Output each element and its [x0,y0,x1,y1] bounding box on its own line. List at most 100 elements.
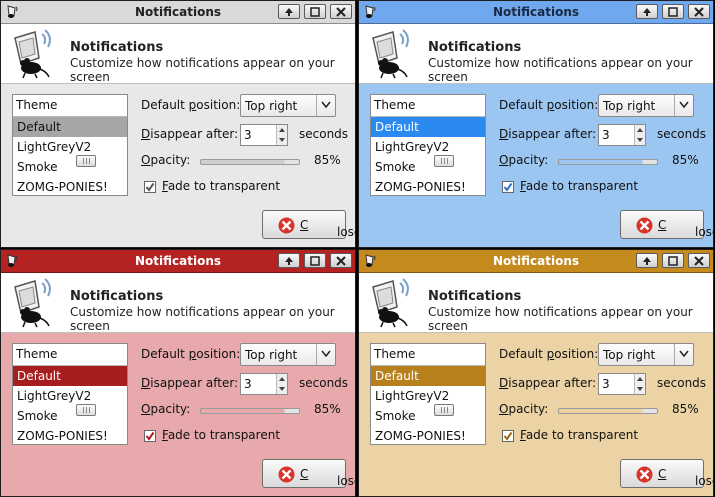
shade-button[interactable] [278,253,300,268]
window-close-button[interactable] [688,4,710,19]
disappear-label: Disappear after: [499,376,596,390]
theme-list-header[interactable]: Theme [371,344,485,366]
disappear-spinbox[interactable]: 3 [598,373,646,395]
spin-buttons[interactable] [634,125,645,145]
theme-item-default-selected[interactable]: Default [371,117,485,137]
theme-item-zomg-ponies[interactable]: ZOMG-PONIES! [371,177,485,197]
shade-button[interactable] [636,253,658,268]
opacity-value: 85% [314,402,341,416]
maximize-button[interactable] [662,253,684,268]
window-close-button[interactable] [688,253,710,268]
arrow-up-icon [643,8,651,16]
header-subtitle: Customize how notifications appear on yo… [428,305,693,333]
theme-item-lightgreyv2[interactable]: LightGreyV2 [371,137,485,157]
close-button[interactable]: Close [262,459,355,488]
dropdown-arrow[interactable] [674,344,693,365]
header-subtitle: Customize how notifications appear on yo… [70,56,335,84]
theme-item-zomg-ponies[interactable]: ZOMG-PONIES! [371,426,485,446]
opacity-slider-track[interactable] [200,159,300,165]
theme-list[interactable]: Theme Default LightGreyV2 Smoke ZOMG-PON… [370,343,486,445]
default-position-label-post: osition: [196,347,241,361]
theme-item-smoke[interactable]: Smoke [371,157,485,177]
theme-item-smoke[interactable]: Smoke [13,157,127,177]
fade-label[interactable]: Fade to transparent [162,428,280,442]
title-bar[interactable]: Notifications [1,1,355,24]
theme-item-default-selected[interactable]: Default [371,366,485,386]
title-bar[interactable]: Notifications [1,250,355,273]
disappear-mnemonic: D [499,376,509,390]
close-button-label: Close [658,218,713,239]
opacity-slider-track[interactable] [200,408,300,414]
theme-list[interactable]: Theme Default LightGreyV2 Smoke ZOMG-PON… [12,343,128,445]
fade-checkbox[interactable] [144,181,156,193]
fade-label[interactable]: Fade to transparent [520,179,638,193]
opacity-label: Opacity: [141,402,190,416]
opacity-slider-track[interactable] [558,159,658,165]
opacity-slider-handle[interactable] [76,155,96,167]
position-select[interactable]: Top right [598,343,694,366]
dropdown-arrow[interactable] [316,95,335,116]
shade-button[interactable] [278,4,300,19]
theme-list[interactable]: Theme Default LightGreyV2 Smoke ZOMG-PON… [370,94,486,196]
dialog-header: Notifications Customize how notification… [359,273,713,333]
close-button[interactable]: Close [620,459,713,488]
spin-buttons[interactable] [634,374,645,394]
theme-item-smoke[interactable]: Smoke [13,406,127,426]
position-select[interactable]: Top right [240,94,336,117]
window-close-button[interactable] [330,253,352,268]
fade-checkbox[interactable] [502,181,514,193]
position-select-value: Top right [603,99,656,113]
fade-checkbox[interactable] [144,430,156,442]
theme-item-lightgreyv2[interactable]: LightGreyV2 [371,386,485,406]
theme-item-default-selected[interactable]: Default [13,366,127,386]
default-position-label-post: osition: [554,347,599,361]
position-select[interactable]: Top right [598,94,694,117]
disappear-spinbox[interactable]: 3 [240,124,288,146]
fade-label[interactable]: Fade to transparent [520,428,638,442]
checkmark-icon [145,182,155,192]
maximize-button[interactable] [304,4,326,19]
theme-list[interactable]: Theme Default LightGreyV2 Smoke ZOMG-PON… [12,94,128,196]
default-position-label-pre: Default [499,347,547,361]
theme-list-header[interactable]: Theme [13,344,127,366]
fade-label[interactable]: Fade to transparent [162,179,280,193]
maximize-button[interactable] [662,4,684,19]
fade-label-post: ade to transparent [167,179,281,193]
theme-item-lightgreyv2[interactable]: LightGreyV2 [13,137,127,157]
opacity-slider-handle[interactable] [434,155,454,167]
close-button[interactable]: Close [620,210,713,239]
chevron-down-icon [679,101,689,109]
theme-item-default-selected[interactable]: Default [13,117,127,137]
title-bar[interactable]: Notifications [359,1,713,24]
opacity-label-post: pacity: [150,153,191,167]
dropdown-arrow[interactable] [674,95,693,116]
fade-checkbox[interactable] [502,430,514,442]
window-close-button[interactable] [330,4,352,19]
theme-item-zomg-ponies[interactable]: ZOMG-PONIES! [13,426,127,446]
position-select[interactable]: Top right [240,343,336,366]
spin-arrows-icon [637,128,643,142]
title-bar[interactable]: Notifications [359,250,713,273]
theme-list-header[interactable]: Theme [371,95,485,117]
dialog-body: Theme Default LightGreyV2 Smoke ZOMG-PON… [1,84,355,247]
shade-button[interactable] [636,4,658,19]
close-button[interactable]: Close [262,210,355,239]
opacity-slider-handle[interactable] [434,404,454,416]
close-icon [336,256,346,266]
disappear-spinbox[interactable]: 3 [598,124,646,146]
theme-list-header[interactable]: Theme [13,95,127,117]
spin-buttons[interactable] [276,374,287,394]
opacity-slider-handle[interactable] [76,404,96,416]
opacity-slider-track[interactable] [558,408,658,414]
checkmark-icon [145,431,155,441]
theme-item-zomg-ponies[interactable]: ZOMG-PONIES! [13,177,127,197]
opacity-value: 85% [314,153,341,167]
seconds-label: seconds [299,376,349,390]
maximize-button[interactable] [304,253,326,268]
disappear-spinbox[interactable]: 3 [240,373,288,395]
theme-item-lightgreyv2[interactable]: LightGreyV2 [13,386,127,406]
spin-buttons[interactable] [276,125,287,145]
opacity-label-post: pacity: [508,153,549,167]
theme-item-smoke[interactable]: Smoke [371,406,485,426]
dropdown-arrow[interactable] [316,344,335,365]
